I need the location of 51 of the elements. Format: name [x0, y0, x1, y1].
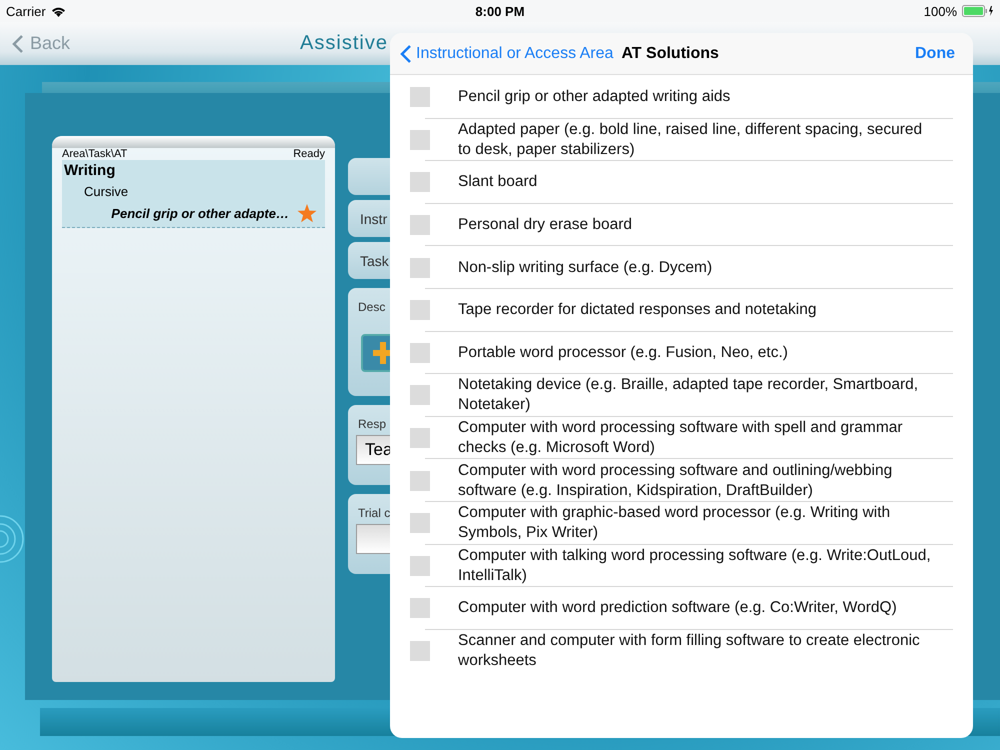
checkbox[interactable]: [410, 598, 430, 618]
popover-title: AT Solutions: [621, 44, 719, 62]
checkbox[interactable]: [410, 215, 430, 236]
battery-charging-icon: [962, 5, 994, 17]
option-label[interactable]: Tape recorder for dictated responses and notetaking: [458, 300, 816, 320]
battery-percent: 100%: [924, 4, 957, 18]
option-label[interactable]: Computer with word prediction software (e.g. Co:Writer, WordQ): [458, 598, 897, 618]
form-label: Desc: [357, 299, 386, 314]
back-link[interactable]: Instructional or Access Area: [400, 44, 614, 64]
form-label: Task: [359, 252, 389, 268]
option-label[interactable]: Computer with talking word processing software (e.g. Write:OutLoud, IntelliTalk): [458, 546, 938, 586]
app-title: Assistive: [300, 32, 388, 55]
option-label[interactable]: Portable word processor (e.g. Fusion, Neo, etc.): [458, 342, 788, 363]
checkbox[interactable]: [410, 470, 430, 491]
option-label[interactable]: Notetaking device (e.g. Braille, adapted tape recorder, Smartboard, Notetaker): [458, 375, 938, 416]
clock-time: 8:00 PM: [475, 4, 525, 18]
checkbox[interactable]: [410, 385, 430, 406]
checkbox[interactable]: [410, 641, 430, 662]
option-label[interactable]: Computer with word processing software and outlining/webbing software (e.g. Inspiration, Kidspiration, DraftBuilder): [458, 460, 938, 501]
checkbox[interactable]: [410, 342, 430, 363]
status-label: Ready: [293, 148, 325, 160]
tree-item[interactable]: Writing: [62, 160, 325, 181]
tree-item[interactable]: Pencil grip or other adapte…: [111, 206, 289, 221]
option-label[interactable]: Scanner and computer with form filling software to create electronic worksheets: [458, 631, 938, 672]
tree-item[interactable]: Cursive: [62, 181, 325, 202]
checkbox[interactable]: [410, 172, 430, 192]
carrier-label: Carrier: [6, 4, 46, 18]
checkbox[interactable]: [410, 130, 430, 150]
done-button[interactable]: Done: [915, 44, 955, 62]
checkbox[interactable]: [410, 513, 430, 534]
form-label: Instr: [359, 210, 388, 226]
chevron-left-icon: [12, 34, 24, 54]
option-label[interactable]: Pencil grip or other adapted writing aids: [458, 87, 730, 108]
checkbox[interactable]: [410, 556, 430, 576]
option-label[interactable]: Slant board: [458, 172, 538, 192]
chevron-left-icon: [400, 44, 412, 64]
option-label[interactable]: Computer with word processing software with spell and grammar checks (e.g. Microsoft Word): [458, 418, 938, 458]
form-label: Resp: [357, 416, 388, 431]
checkbox[interactable]: [410, 300, 430, 320]
option-label[interactable]: Non-slip writing surface (e.g. Dycem): [458, 258, 712, 278]
option-label[interactable]: Adapted paper (e.g. bold line, raised line, different spacing, secured to desk, paper stabilizers): [458, 120, 938, 160]
wifi-icon: [50, 6, 66, 16]
concentric-rings-drawing: [0, 515, 24, 563]
plus-icon: [373, 342, 393, 364]
checkbox[interactable]: [410, 258, 430, 278]
checkbox[interactable]: [410, 87, 430, 108]
option-label[interactable]: Personal dry erase board: [458, 215, 632, 236]
option-label[interactable]: Computer with graphic-based word processor (e.g. Writing with Symbols, Pix Writer): [458, 503, 938, 544]
checkbox[interactable]: [410, 428, 430, 448]
form-label: Trial c: [357, 505, 392, 520]
tree-header-label: Area\Task\AT: [62, 148, 128, 160]
